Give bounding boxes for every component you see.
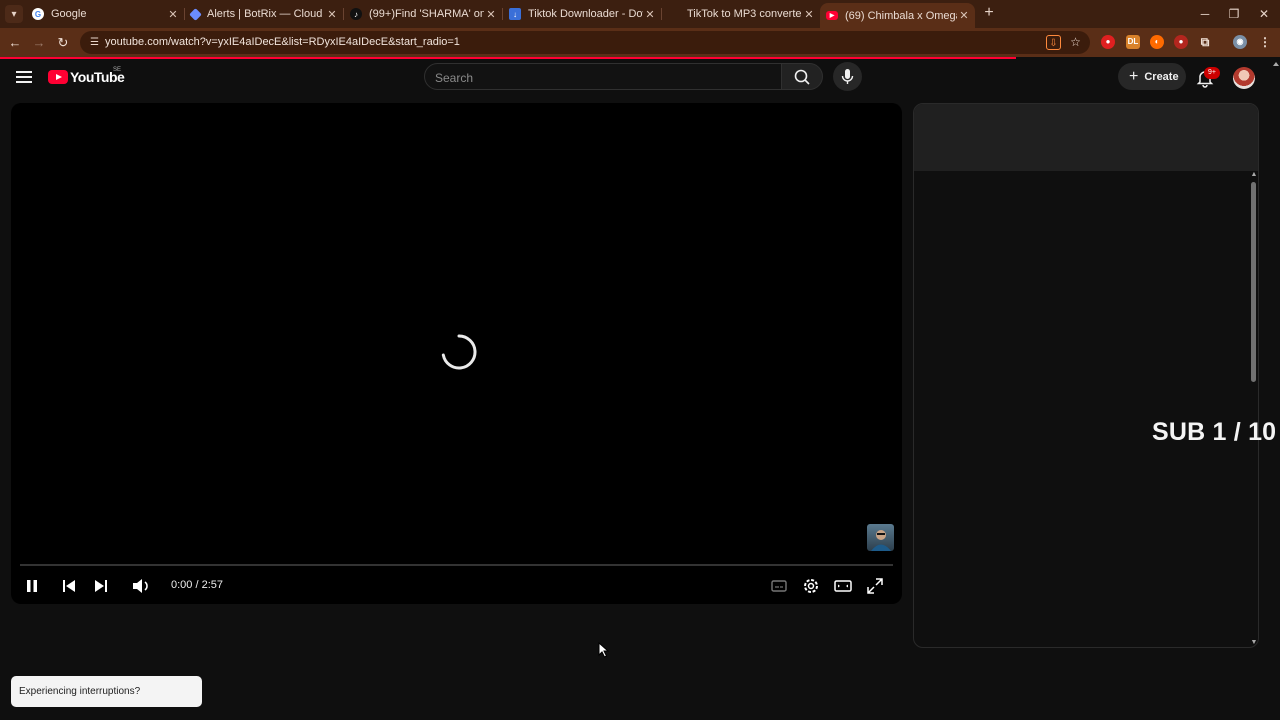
search-button[interactable]: [781, 63, 823, 90]
search-input[interactable]: Search: [424, 63, 782, 90]
tab-title: Google: [51, 8, 87, 20]
plus-icon: +: [1129, 67, 1139, 85]
extension-orange-icon[interactable]: ◐: [1150, 35, 1164, 49]
search-icon: [794, 69, 810, 85]
restore-icon[interactable]: ❐: [1225, 5, 1243, 23]
playlist-header-placeholder: [914, 104, 1258, 171]
scroll-down-arrow-icon[interactable]: ▼: [1250, 639, 1258, 646]
country-code: SE: [113, 67, 122, 73]
extension-orange-square-icon[interactable]: DL: [1126, 35, 1140, 49]
tab-close-icon[interactable]: ✕: [802, 8, 816, 21]
reload-icon[interactable]: ↻: [53, 33, 73, 53]
extension-red-icon[interactable]: ●: [1101, 35, 1115, 49]
tab-tiktok-search[interactable]: ♪ (99+)Find 'SHARMA' on TikTok ✕: [344, 3, 502, 25]
bookmark-star-icon[interactable]: ☆: [1068, 35, 1083, 50]
install-app-icon[interactable]: ⇩: [1046, 35, 1061, 50]
loading-spinner-icon: [441, 334, 477, 370]
notification-badge: 9+: [1204, 67, 1220, 79]
create-label: Create: [1144, 70, 1179, 83]
playlist-panel: ▲ ▼: [913, 103, 1259, 648]
previous-icon[interactable]: [58, 575, 80, 597]
tab-close-icon[interactable]: ✕: [957, 9, 971, 22]
tiktok-icon: ♪: [350, 8, 362, 20]
tab-tiktok-downloader[interactable]: ↓ Tiktok Downloader - Download ✕: [503, 3, 661, 25]
page-scrollbar[interactable]: [1272, 59, 1280, 720]
browser-toolbar: ← → ↻ ☰ youtube.com/watch?v=yxIE4aIDecE&…: [0, 28, 1280, 57]
google-icon: G: [32, 8, 44, 20]
forward-arrow-icon[interactable]: →: [29, 33, 49, 53]
theater-mode-icon[interactable]: [832, 575, 854, 597]
sub-goal-counter-overlay: SUB 1 / 10: [1152, 418, 1277, 446]
avatar[interactable]: [1233, 67, 1255, 89]
browser-menu-icon[interactable]: ⋮: [1258, 35, 1272, 49]
minimize-icon[interactable]: ─: [1196, 5, 1214, 23]
tab-title: TikTok to MP3 converter & dow: [687, 8, 802, 20]
download-icon: ↓: [509, 8, 521, 20]
scroll-up-arrow-icon[interactable]: ▲: [1250, 171, 1258, 178]
mouse-cursor-icon: [598, 642, 610, 658]
address-bar[interactable]: ☰ youtube.com/watch?v=yxIE4aIDecE&list=R…: [80, 31, 1090, 54]
tab-close-icon[interactable]: ✕: [166, 8, 180, 21]
playlist-scrollbar[interactable]: [1251, 182, 1256, 382]
extensions-puzzle-icon[interactable]: ⧉: [1198, 35, 1212, 49]
fullscreen-icon[interactable]: [864, 575, 886, 597]
next-icon[interactable]: [90, 575, 112, 597]
botrix-icon: [189, 7, 202, 21]
tab-title: Tiktok Downloader - Download: [528, 8, 643, 20]
tab-botrix[interactable]: Alerts | BotRix — Cloud Stream ✕: [185, 3, 343, 25]
back-arrow-icon[interactable]: ←: [5, 33, 25, 53]
youtube-play-icon: [48, 70, 68, 84]
time-display: 0:00 / 2:57: [171, 579, 223, 591]
browser-tab-strip: ▾ G Google ✕ Alerts | BotRix — Cloud Str…: [0, 0, 1280, 28]
youtube-logo[interactable]: YouTube SE: [48, 67, 125, 85]
address-url[interactable]: youtube.com/watch?v=yxIE4aIDecE&list=RDy…: [105, 36, 460, 48]
create-button[interactable]: + Create: [1118, 63, 1186, 90]
tab-close-icon[interactable]: ✕: [484, 8, 498, 21]
youtube-masthead: YouTube SE Search + Create 9+: [0, 59, 1280, 97]
watermark-image: [871, 530, 891, 551]
voice-search-button[interactable]: [833, 62, 862, 91]
tab-title: (69) Chimbala x Omega - Se Me: [845, 9, 957, 22]
new-tab-button[interactable]: +: [980, 4, 998, 22]
toast-message: Experiencing interruptions?: [19, 686, 141, 697]
tab-search-button[interactable]: ▾: [5, 5, 23, 23]
blank-page-icon: [668, 8, 680, 20]
channel-watermark-thumbnail[interactable]: [867, 524, 894, 551]
tab-tiktok-mp3[interactable]: TikTok to MP3 converter & dow ✕: [662, 3, 820, 25]
tab-title: Alerts | BotRix — Cloud Stream: [207, 8, 325, 20]
close-window-icon[interactable]: ✕: [1255, 5, 1273, 23]
menu-hamburger-icon[interactable]: [16, 71, 32, 83]
tab-youtube-active[interactable]: ▶ (69) Chimbala x Omega - Se Me ✕: [820, 3, 975, 28]
subtitles-icon[interactable]: [768, 575, 790, 597]
extension-dark-red-icon[interactable]: ●: [1174, 35, 1188, 49]
pause-icon[interactable]: [21, 575, 43, 597]
site-info-icon[interactable]: ☰: [88, 36, 101, 49]
microphone-icon: [841, 69, 854, 84]
video-progress-bar[interactable]: [20, 564, 893, 566]
youtube-icon: ▶: [826, 11, 838, 20]
tab-close-icon[interactable]: ✕: [325, 8, 339, 21]
volume-icon[interactable]: [130, 575, 152, 597]
settings-gear-icon[interactable]: [800, 575, 822, 597]
tab-google[interactable]: G Google ✕: [26, 3, 184, 25]
profile-icon[interactable]: ◉: [1233, 35, 1247, 49]
tab-close-icon[interactable]: ✕: [643, 8, 657, 21]
video-player[interactable]: 0:00 / 2:57: [11, 103, 902, 604]
search-placeholder: Search: [435, 71, 474, 85]
tab-title: (99+)Find 'SHARMA' on TikTok: [369, 8, 484, 20]
interruption-toast[interactable]: Experiencing interruptions?: [11, 676, 202, 707]
